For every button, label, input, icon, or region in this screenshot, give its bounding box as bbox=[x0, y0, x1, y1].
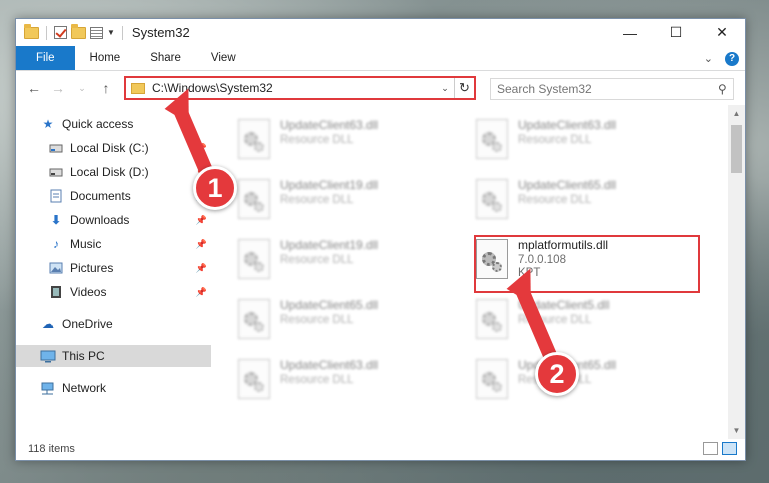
arrow-to-file bbox=[506, 268, 559, 367]
annotation-arrows bbox=[164, 88, 559, 367]
step-badge-1: 1 bbox=[193, 166, 237, 210]
arrow-to-address-bar bbox=[164, 88, 217, 187]
step-badge-2: 2 bbox=[535, 352, 579, 396]
